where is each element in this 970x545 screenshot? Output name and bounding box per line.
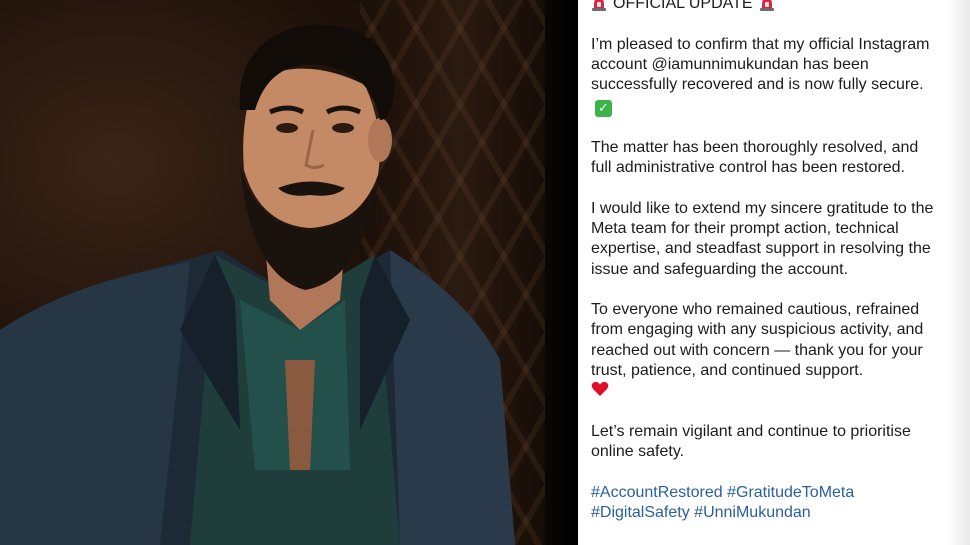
post-paragraph: I’m pleased to confirm that my official … <box>591 35 936 118</box>
post-paragraph: The matter has been thoroughly resolved,… <box>591 138 936 179</box>
post-paragraph: To everyone who remained cautious, refra… <box>591 300 936 401</box>
person-illustration <box>0 24 515 545</box>
post-panel: OFFICIAL UPDATE I’m pleased to confirm t… <box>578 0 970 545</box>
hashtag-list: #AccountRestored #GratitudeToMeta #Digit… <box>591 483 936 524</box>
screenshot-frame: OFFICIAL UPDATE I’m pleased to confirm t… <box>0 0 970 545</box>
portrait-photo <box>0 0 578 545</box>
police-siren-icon <box>592 0 606 12</box>
post-caption: OFFICIAL UPDATE I’m pleased to confirm t… <box>591 0 936 524</box>
hashtag-link[interactable]: #GratitudeToMeta <box>727 484 854 501</box>
post-paragraph: Let’s remain vigilant and continue to pr… <box>591 422 936 463</box>
post-heading-text: OFFICIAL UPDATE <box>613 0 753 12</box>
red-heart-icon <box>591 382 609 397</box>
hashtag-link[interactable]: #UnniMukundan <box>694 504 811 521</box>
hashtag-link[interactable]: #AccountRestored <box>591 484 723 501</box>
police-siren-icon <box>759 0 774 12</box>
post-paragraph-text: I would like to extend my sincere gratit… <box>591 199 934 278</box>
post-paragraph: I would like to extend my sincere gratit… <box>591 199 936 280</box>
hashtag-link[interactable]: #DigitalSafety <box>591 504 690 521</box>
right-edge-shadow <box>946 0 970 545</box>
check-mark-button-icon: ✓ <box>595 100 612 118</box>
post-heading: OFFICIAL UPDATE <box>591 0 936 14</box>
post-paragraph-text: The matter has been thoroughly resolved,… <box>591 138 919 177</box>
post-paragraph-text: To everyone who remained cautious, refra… <box>591 301 924 380</box>
post-paragraph-text: Let’s remain vigilant and continue to pr… <box>591 422 911 461</box>
post-paragraph-text: I’m pleased to confirm that my official … <box>591 35 930 94</box>
